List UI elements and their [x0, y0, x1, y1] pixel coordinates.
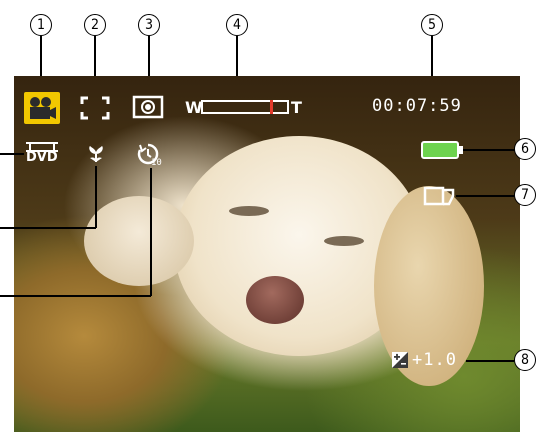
macro-leader-v — [95, 166, 97, 228]
callout-6-leader — [463, 149, 515, 151]
callout-3: 3 — [138, 14, 160, 36]
ev-value: +1.0 — [412, 350, 457, 370]
macro-leader-h — [0, 227, 96, 229]
puppy-eye-left — [229, 206, 269, 216]
puppy-eye-right — [324, 236, 364, 246]
focus-frame-icon — [80, 96, 110, 124]
self-timer-seconds: 10 — [151, 158, 162, 168]
record-icon — [132, 95, 164, 123]
camera-preview-screen — [14, 76, 520, 432]
zoom-level-marker — [270, 100, 273, 114]
exposure-compensation-icon — [392, 352, 408, 368]
zoom-bar — [201, 100, 289, 114]
battery-icon — [421, 141, 459, 159]
callout-2: 2 — [84, 14, 106, 36]
record-time-remaining: 00:07:59 — [372, 96, 462, 116]
callout-5: 5 — [421, 14, 443, 36]
callout-6: 6 — [514, 138, 536, 160]
callout-4: 4 — [226, 14, 248, 36]
video-camera-icon — [24, 92, 60, 124]
video-format-leader — [0, 153, 24, 155]
callout-1: 1 — [30, 14, 52, 36]
callout-8: 8 — [514, 349, 536, 371]
zoom-tele-label: T — [291, 98, 302, 117]
zoom-wide-label: W — [185, 98, 203, 117]
video-format-label: DVD — [26, 150, 58, 165]
macro-flower-icon — [86, 144, 106, 168]
callout-7: 7 — [514, 184, 536, 206]
puppy-nose — [246, 276, 304, 324]
timer-leader-h — [0, 295, 151, 297]
timer-leader-v — [150, 168, 152, 296]
puppy-paw — [84, 196, 194, 286]
callout-7-leader — [456, 195, 514, 197]
memory-card-icon — [423, 186, 455, 210]
callout-8-leader — [466, 360, 514, 362]
